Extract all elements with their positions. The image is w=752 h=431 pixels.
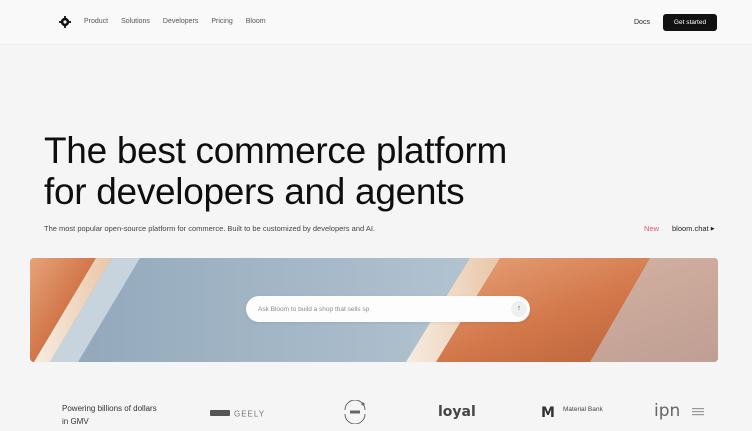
bloom-chat-link-label: bloom.chat bbox=[672, 224, 709, 233]
nav-links: Product Solutions Developers Pricing Blo… bbox=[84, 16, 266, 28]
hero-title-line-1: The best commerce platform bbox=[44, 130, 508, 171]
prompt-box: ↑ bbox=[246, 296, 530, 322]
ipn-logo-text: ipn bbox=[654, 401, 680, 421]
top-navbar: Product Solutions Developers Pricing Blo… bbox=[0, 0, 752, 45]
triangle-right-icon: ▶ bbox=[710, 226, 715, 232]
gear-icon[interactable] bbox=[58, 15, 72, 29]
prompt-input[interactable] bbox=[246, 296, 488, 322]
hero-title-line-2: for developers and agents bbox=[44, 171, 465, 212]
logos-tagline: Powering billions of dollars in GMV bbox=[62, 404, 157, 426]
nav-link-product[interactable]: Product bbox=[84, 16, 108, 28]
material-bank-logo: M Material Bank bbox=[541, 403, 605, 426]
new-badge: New bbox=[644, 224, 660, 233]
material-bank-logo-text: Material Bank bbox=[563, 406, 603, 413]
docs-link[interactable]: Docs bbox=[630, 15, 654, 31]
hero-subtitle: The most popular open-source platform fo… bbox=[44, 224, 375, 233]
nav-link-solutions[interactable]: Solutions bbox=[121, 16, 150, 28]
loyal-logo-text: loyal bbox=[438, 404, 476, 420]
loyal-logo: loyal bbox=[438, 402, 488, 425]
hero-title: The best commerce platform for developer… bbox=[44, 130, 604, 212]
circle-logo bbox=[342, 399, 368, 429]
svg-text:M: M bbox=[541, 405, 555, 421]
geely-logo-text: GEELY bbox=[234, 410, 265, 419]
geely-logo: GEELY bbox=[210, 406, 280, 424]
bloom-chat-link[interactable]: bloom.chat ▶ bbox=[672, 224, 715, 233]
nav-link-developers[interactable]: Developers bbox=[163, 16, 198, 28]
arrow-up-icon[interactable]: ↑ bbox=[511, 301, 527, 317]
get-started-button[interactable]: Get started bbox=[663, 14, 717, 31]
ipn-logo: ipn bbox=[654, 400, 710, 427]
nav-link-pricing[interactable]: Pricing bbox=[211, 16, 232, 28]
nav-link-bloom[interactable]: Bloom bbox=[246, 16, 266, 28]
